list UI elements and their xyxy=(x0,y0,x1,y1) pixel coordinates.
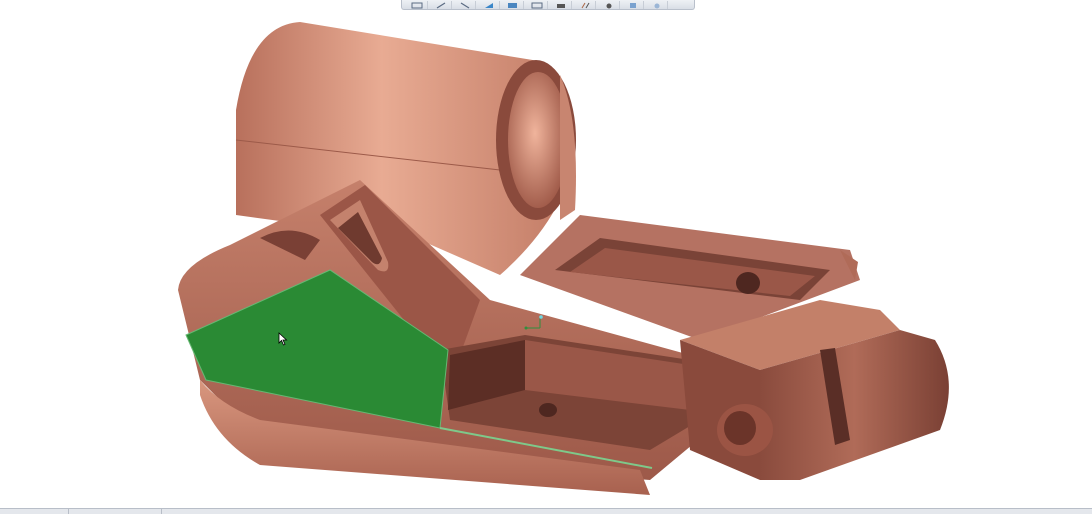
status-bar xyxy=(0,508,1092,514)
mouse-pointer-icon xyxy=(278,332,288,346)
status-tab[interactable] xyxy=(69,509,162,514)
graphics-viewport[interactable] xyxy=(0,0,1092,508)
cad-part-model[interactable] xyxy=(0,0,1092,508)
status-tab[interactable] xyxy=(0,509,69,514)
